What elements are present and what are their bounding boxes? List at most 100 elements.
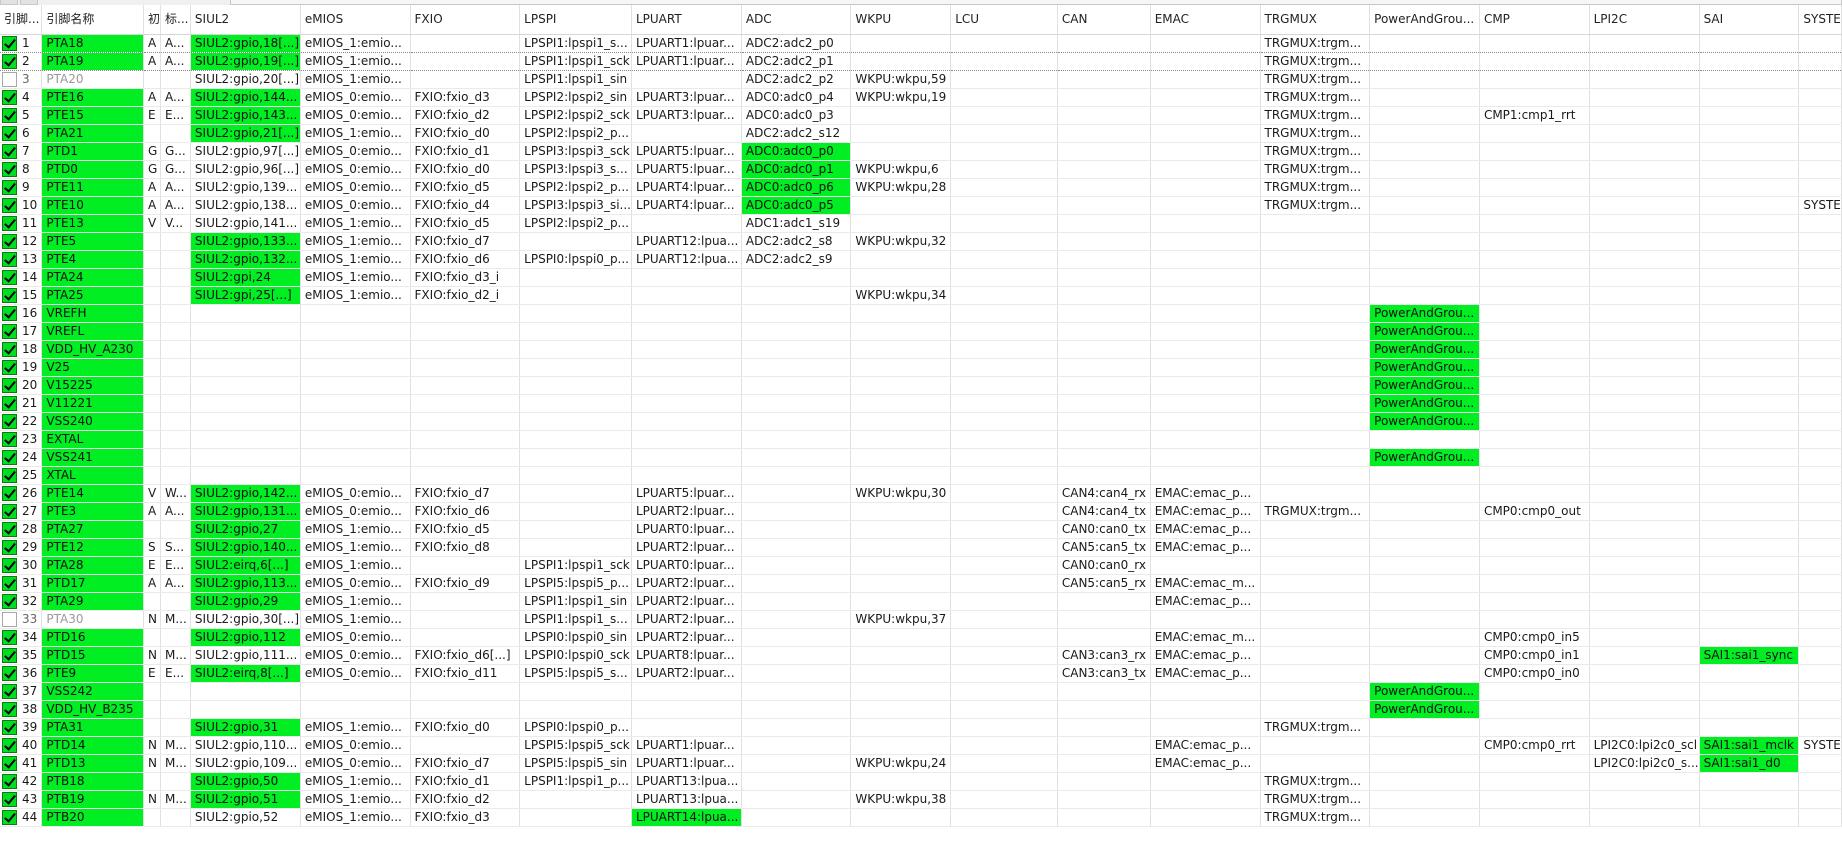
signal-cell-emios[interactable]: eMIOS_1:emio... <box>300 124 411 143</box>
signal-cell-sai[interactable] <box>1699 178 1800 197</box>
signal-cell-trgmux[interactable]: TRGMUX:trgm... <box>1260 790 1371 809</box>
signal-cell-syste[interactable] <box>1798 412 1842 431</box>
signal-cell-lpspi[interactable] <box>519 286 632 305</box>
signal-cell-c3[interactable] <box>160 682 191 701</box>
signal-cell-c2[interactable]: E <box>143 106 162 125</box>
signal-cell-syste[interactable] <box>1798 88 1842 107</box>
signal-cell-adc[interactable]: ADC0:adc0_p5 <box>741 196 852 215</box>
signal-cell-lpspi[interactable]: LPSPI1:lpspi1_sck <box>519 51 632 71</box>
column-header[interactable]: FXIO <box>410 5 521 35</box>
signal-cell-emios[interactable]: eMIOS_0:emio... <box>300 574 411 593</box>
signal-cell-can[interactable] <box>1057 430 1151 449</box>
signal-cell-lcu[interactable] <box>950 340 1058 359</box>
signal-cell-wkpu[interactable] <box>850 700 952 719</box>
signal-cell-sai[interactable] <box>1699 790 1800 809</box>
signal-cell-trgmux[interactable] <box>1260 304 1371 323</box>
signal-cell-adc[interactable]: ADC1:adc1_s19 <box>741 214 852 233</box>
signal-cell-emac[interactable] <box>1150 33 1261 53</box>
signal-cell-pwr[interactable] <box>1369 124 1480 143</box>
signal-cell-trgmux[interactable]: TRGMUX:trgm... <box>1260 772 1371 791</box>
table-row[interactable]: 12 PTE5 SIUL2:gpio,133... eMIOS_1:emio... FX… <box>0 232 1842 251</box>
signal-cell-wkpu[interactable]: WKPU:wkpu,38 <box>850 790 952 809</box>
pin-enable-checkbox[interactable] <box>2 647 17 663</box>
signal-cell-can[interactable] <box>1057 160 1151 179</box>
signal-cell-siul2[interactable]: SIUL2:gpio,112 <box>190 628 301 647</box>
signal-cell-trgmux[interactable] <box>1260 376 1371 395</box>
signal-cell-fxio[interactable]: FXIO:fxio_d3_i <box>410 268 521 287</box>
table-row[interactable]: 10 PTE10 A A... SIUL2:gpio,138... eMIOS_0:emi… <box>0 196 1842 215</box>
signal-cell-sai[interactable] <box>1699 772 1800 791</box>
signal-cell-lpspi[interactable] <box>519 430 632 449</box>
signal-cell-sai[interactable] <box>1699 718 1800 737</box>
signal-cell-lpi2c[interactable] <box>1589 124 1700 143</box>
signal-cell-lpuart[interactable]: LPUART4:lpuar... <box>631 178 742 197</box>
column-header[interactable]: CAN <box>1057 5 1151 35</box>
signal-cell-cmp[interactable] <box>1479 610 1590 629</box>
signal-cell-trgmux[interactable] <box>1260 448 1371 467</box>
signal-cell-can[interactable] <box>1057 340 1151 359</box>
signal-cell-c2[interactable] <box>143 430 162 449</box>
pin-enable-checkbox[interactable] <box>2 35 17 51</box>
signal-cell-sai[interactable] <box>1699 304 1800 323</box>
signal-cell-adc[interactable] <box>741 286 852 305</box>
pin-name-cell[interactable]: PTB20 <box>41 808 144 827</box>
signal-cell-trgmux[interactable] <box>1260 466 1371 485</box>
signal-cell-emios[interactable]: eMIOS_0:emio... <box>300 88 411 107</box>
signal-cell-lpi2c[interactable] <box>1589 142 1700 161</box>
signal-cell-emac[interactable] <box>1150 70 1261 89</box>
signal-cell-cmp[interactable] <box>1479 88 1590 107</box>
signal-cell-fxio[interactable] <box>410 51 521 71</box>
signal-cell-trgmux[interactable] <box>1260 340 1371 359</box>
signal-cell-c2[interactable]: G <box>143 142 162 161</box>
signal-cell-adc[interactable] <box>741 520 852 539</box>
signal-cell-fxio[interactable]: FXIO:fxio_d2 <box>410 790 521 809</box>
signal-cell-emac[interactable]: EMAC:emac_m... <box>1150 574 1261 593</box>
signal-cell-c3[interactable]: A... <box>160 88 191 107</box>
table-row[interactable]: 34 PTD16 SIUL2:gpio,112 eMIOS_0:emio... LPSP… <box>0 628 1842 647</box>
signal-cell-emios[interactable]: eMIOS_0:emio... <box>300 646 411 665</box>
signal-cell-emios[interactable] <box>300 304 411 323</box>
signal-cell-can[interactable] <box>1057 790 1151 809</box>
signal-cell-syste[interactable] <box>1798 808 1842 827</box>
signal-cell-syste[interactable] <box>1798 538 1842 557</box>
signal-cell-lcu[interactable] <box>950 286 1058 305</box>
signal-cell-adc[interactable]: ADC2:adc2_s12 <box>741 124 852 143</box>
signal-cell-fxio[interactable]: FXIO:fxio_d0 <box>410 124 521 143</box>
signal-cell-cmp[interactable] <box>1479 574 1590 593</box>
signal-cell-c3[interactable]: A... <box>160 51 191 71</box>
signal-cell-sai[interactable]: SAI1:sai1_mclk <box>1699 736 1800 755</box>
signal-cell-cmp[interactable] <box>1479 124 1590 143</box>
signal-cell-lpspi[interactable]: LPSPI5:lpspi5_sin <box>519 754 632 773</box>
signal-cell-lcu[interactable] <box>950 430 1058 449</box>
column-header[interactable]: SIUL2 <box>190 5 301 35</box>
signal-cell-c2[interactable]: E <box>143 556 162 575</box>
signal-cell-wkpu[interactable]: WKPU:wkpu,24 <box>850 754 952 773</box>
pin-enable-checkbox[interactable] <box>2 521 17 537</box>
pin-name-cell[interactable]: PTE5 <box>41 232 144 251</box>
signal-cell-cmp[interactable] <box>1479 178 1590 197</box>
pin-name-cell[interactable]: PTA25 <box>41 286 144 305</box>
signal-cell-lpuart[interactable] <box>631 466 742 485</box>
signal-cell-lpspi[interactable]: LPSPI3:lpspi3_s... <box>519 160 632 179</box>
signal-cell-syste[interactable] <box>1798 358 1842 377</box>
signal-cell-lcu[interactable] <box>950 88 1058 107</box>
signal-cell-lpspi[interactable]: LPSPI5:lpspi5_s... <box>519 664 632 683</box>
signal-cell-syste[interactable] <box>1798 33 1842 53</box>
signal-cell-lpi2c[interactable] <box>1589 178 1700 197</box>
signal-cell-c2[interactable] <box>143 466 162 485</box>
signal-cell-wkpu[interactable] <box>850 51 952 71</box>
table-row[interactable]: 21 V11221 PowerAndGrou... <box>0 394 1842 413</box>
signal-cell-emios[interactable] <box>300 682 411 701</box>
signal-cell-lpuart[interactable]: LPUART2:lpuar... <box>631 502 742 521</box>
pin-enable-checkbox[interactable] <box>2 431 17 447</box>
signal-cell-lcu[interactable] <box>950 304 1058 323</box>
signal-cell-c2[interactable]: A <box>143 178 162 197</box>
signal-cell-lcu[interactable] <box>950 51 1058 71</box>
pin-enable-checkbox[interactable] <box>2 773 17 789</box>
column-header[interactable]: LCU <box>950 5 1058 35</box>
signal-cell-wkpu[interactable] <box>850 682 952 701</box>
signal-cell-emios[interactable] <box>300 322 411 341</box>
signal-cell-wkpu[interactable] <box>850 412 952 431</box>
signal-cell-wkpu[interactable] <box>850 106 952 125</box>
signal-cell-lpspi[interactable] <box>519 466 632 485</box>
